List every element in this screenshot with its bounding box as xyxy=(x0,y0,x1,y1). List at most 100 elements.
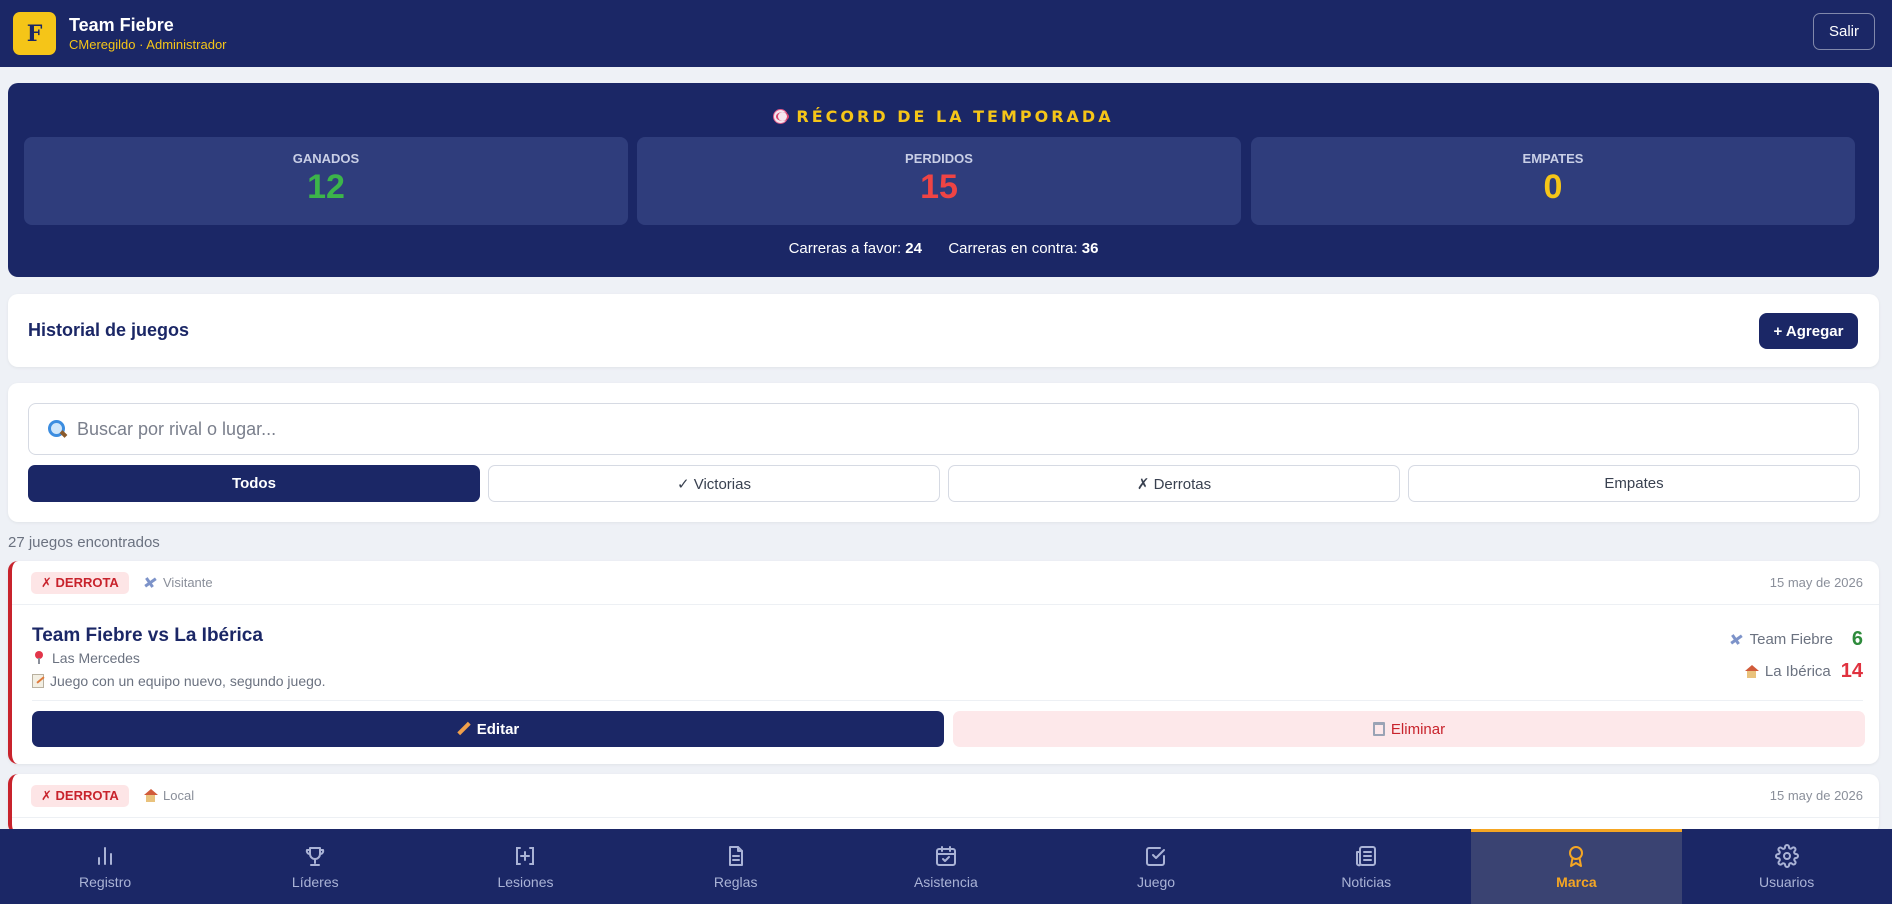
tab-wins[interactable]: ✓ Victorias xyxy=(488,465,940,502)
tab-ties[interactable]: Empates xyxy=(1408,465,1860,502)
record-title-text: RÉCORD DE LA TEMPORADA xyxy=(796,107,1114,126)
nav-label: Marca xyxy=(1556,874,1597,890)
venue-label: Visitante xyxy=(163,575,213,590)
stat-losses: PERDIDOS 15 xyxy=(637,137,1241,225)
nav-label: Registro xyxy=(79,874,132,890)
game-location: Las Mercedes xyxy=(32,650,140,666)
pin-icon xyxy=(32,651,46,665)
score-row-away: Team Fiebre 6 xyxy=(1729,628,1863,651)
tab-losses[interactable]: ✗ Derrotas xyxy=(948,465,1400,502)
house-icon xyxy=(143,788,158,803)
score-runs: 6 xyxy=(1851,628,1863,650)
score-team: La Ibérica xyxy=(1764,663,1831,680)
gear-icon xyxy=(1774,844,1799,868)
newspaper-icon xyxy=(1356,846,1377,867)
game-date: 15 may de 2026 xyxy=(1769,575,1863,590)
edit-button[interactable]: Editar xyxy=(32,711,944,747)
user-role: CMeregildo · Administrador xyxy=(69,36,227,52)
nav-item-marca[interactable]: Marca xyxy=(1471,829,1682,904)
game-date: 15 may de 2026 xyxy=(1769,788,1863,803)
results-count: 27 juegos encontrados xyxy=(8,534,160,551)
plane-icon xyxy=(143,575,158,590)
nav-label: Asistencia xyxy=(913,874,978,890)
team-info: Team Fiebre CMeregildo · Administrador xyxy=(69,14,227,54)
score-row-home: La Ibérica 14 xyxy=(1744,660,1863,683)
award-icon xyxy=(1569,846,1584,867)
plane-icon xyxy=(1729,632,1744,647)
score-team: Team Fiebre xyxy=(1749,631,1833,648)
house-icon xyxy=(1744,664,1759,679)
nav-item-juego[interactable]: Juego xyxy=(1051,829,1261,904)
venue-tag: Visitante xyxy=(143,575,213,590)
venue-tag: Local xyxy=(143,788,194,803)
team-name: Team Fiebre xyxy=(69,14,174,35)
baseball-icon xyxy=(773,109,790,124)
runs-against-label: Carreras en contra: xyxy=(948,240,1078,257)
result-filter-tabs: Todos ✓ Victorias ✗ Derrotas Empates xyxy=(28,465,1860,502)
game-card-header: ✗ DERROTA Visitante 15 may de 2026 xyxy=(12,561,1879,605)
search-box[interactable] xyxy=(28,403,1859,455)
nav-item-lesiones[interactable]: Lesiones xyxy=(420,829,630,904)
stat-label: PERDIDOS xyxy=(905,151,973,166)
runs-for-value: 24 xyxy=(905,240,922,257)
pencil-icon xyxy=(457,722,471,736)
nav-item-reglas[interactable]: Reglas xyxy=(631,829,841,904)
stat-label: GANADOS xyxy=(292,151,360,166)
nav-label: Usuarios xyxy=(1758,874,1815,890)
score-runs: 14 xyxy=(1840,660,1863,682)
game-card: ✗ DERROTA Visitante 15 may de 2026 Team … xyxy=(8,561,1879,764)
logout-button[interactable]: Salir xyxy=(1813,13,1875,50)
trophy-icon xyxy=(306,847,325,866)
game-note: Juego con un equipo nuevo, segundo juego… xyxy=(32,673,326,689)
medical-plus-icon xyxy=(516,847,535,865)
runs-summary: Carreras a favor: 24 Carreras en contra:… xyxy=(8,240,1879,257)
calendar-check-icon xyxy=(935,846,956,866)
tab-all[interactable]: Todos xyxy=(28,465,480,502)
result-badge: ✗ DERROTA xyxy=(31,572,129,594)
search-input[interactable] xyxy=(77,418,1777,440)
stat-value: 0 xyxy=(1543,168,1563,206)
trash-icon xyxy=(1372,722,1385,736)
checkbox-icon xyxy=(1146,847,1166,866)
nav-label: Juego xyxy=(1136,874,1176,890)
nav-label: Lesiones xyxy=(497,874,554,890)
nav-item-usuarios[interactable]: Usuarios xyxy=(1682,829,1892,904)
nav-label: Noticias xyxy=(1341,874,1392,890)
filters-panel: Todos ✓ Victorias ✗ Derrotas Empates xyxy=(8,383,1879,522)
delete-button[interactable]: Eliminar xyxy=(953,711,1865,747)
stat-value: 15 xyxy=(920,168,958,206)
document-icon xyxy=(728,846,743,866)
season-record-panel: RÉCORD DE LA TEMPORADA GANADOS 12 PERDID… xyxy=(8,83,1879,277)
add-game-button[interactable]: + Agregar xyxy=(1759,313,1858,349)
game-card: ✗ DERROTA Local 15 may de 2026 xyxy=(8,774,1879,834)
result-badge: ✗ DERROTA xyxy=(31,785,129,807)
nav-label: Reglas xyxy=(713,874,758,890)
stat-label: EMPATES xyxy=(1522,151,1584,166)
stat-wins: GANADOS 12 xyxy=(24,137,628,225)
stat-ties: EMPATES 0 xyxy=(1251,137,1855,225)
top-bar: F Team Fiebre CMeregildo · Administrador… xyxy=(0,0,1892,67)
history-title: Historial de juegos xyxy=(28,320,190,340)
game-card-header: ✗ DERROTA Local 15 may de 2026 xyxy=(12,774,1879,818)
note-text: Juego con un equipo nuevo, segundo juego… xyxy=(50,673,326,689)
nav-item-lideres[interactable]: Líderes xyxy=(210,829,420,904)
runs-against-value: 36 xyxy=(1081,240,1099,257)
team-logo: F xyxy=(13,12,56,55)
record-title: RÉCORD DE LA TEMPORADA xyxy=(8,107,1879,126)
nav-item-asistencia[interactable]: Asistencia xyxy=(841,829,1051,904)
delete-label: Eliminar xyxy=(1390,720,1446,738)
runs-for-label: Carreras a favor: xyxy=(788,240,902,257)
nav-item-noticias[interactable]: Noticias xyxy=(1261,829,1471,904)
nav-item-registro[interactable]: Registro xyxy=(0,829,210,904)
card-divider xyxy=(32,700,1863,701)
location-text: Las Mercedes xyxy=(52,650,140,666)
bar-chart-icon xyxy=(98,847,113,865)
edit-label: Editar xyxy=(476,720,520,738)
nav-label: Líderes xyxy=(291,874,339,890)
stat-value: 12 xyxy=(307,168,345,206)
history-header: Historial de juegos + Agregar xyxy=(8,294,1879,367)
venue-label: Local xyxy=(163,788,195,803)
match-title: Team Fiebre vs La Ibérica xyxy=(32,625,263,646)
bottom-nav: Registro Líderes Lesiones Reglas Asisten… xyxy=(0,829,1892,904)
memo-icon xyxy=(32,674,44,688)
